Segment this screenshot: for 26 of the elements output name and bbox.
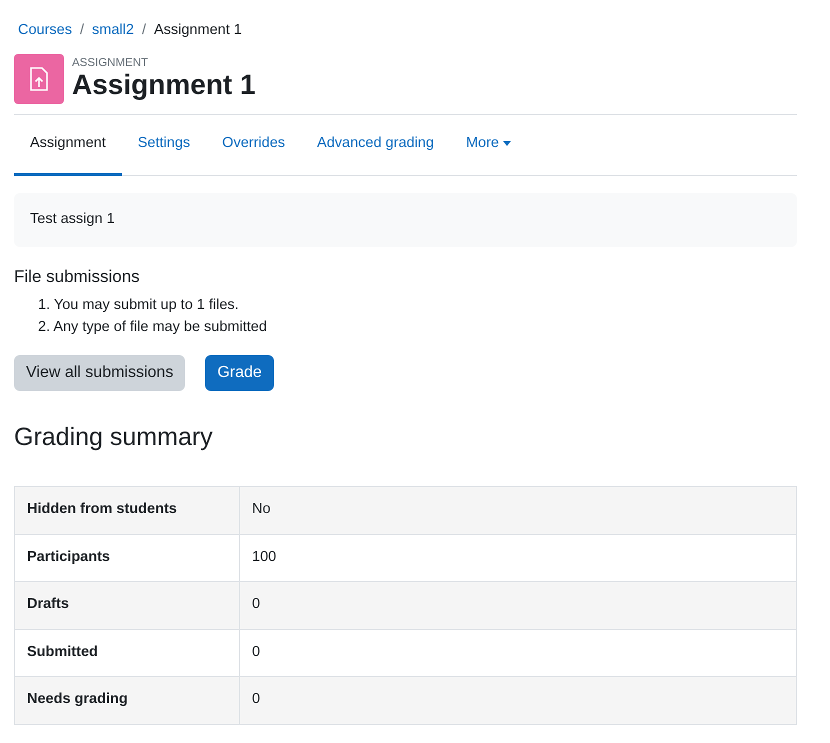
list-item: 1. You may submit up to 1 files. — [37, 296, 240, 315]
nav-tab[interactable]: Advanced grading — [301, 114, 450, 176]
row-label: Needs grading — [14, 676, 240, 724]
row-value: 0 — [240, 582, 796, 629]
intro-text: Test assign 1 — [14, 192, 797, 246]
breadcrumb-separator: / — [142, 21, 146, 40]
assignment-icon — [14, 54, 64, 104]
breadcrumb-link[interactable]: small2 — [92, 20, 134, 42]
module-type-label: ASSIGNMENT — [72, 57, 150, 70]
breadcrumb-current: Assignment 1 — [154, 21, 242, 40]
nav-tab[interactable]: Assignment — [14, 114, 122, 176]
nav-tab[interactable]: Settings — [122, 114, 206, 176]
list-item: 2. Any type of file may be submitted — [37, 318, 268, 337]
breadcrumb-separator: / — [80, 21, 84, 40]
section-heading: File submissions — [14, 266, 141, 288]
grade-button[interactable]: Grade — [205, 354, 274, 390]
view-submissions-button[interactable]: View all submissions — [14, 354, 186, 390]
section-heading: Grading summary — [14, 422, 214, 452]
page-title: Assignment 1 — [72, 70, 256, 100]
row-value: 0 — [240, 676, 796, 724]
row-value: No — [240, 486, 796, 534]
nav-tab[interactable]: More — [450, 114, 527, 176]
breadcrumb-link[interactable]: Courses — [18, 20, 72, 42]
row-label: Drafts — [14, 582, 240, 629]
row-label: Hidden from students — [14, 486, 240, 534]
nav-tab[interactable]: Overrides — [206, 114, 302, 176]
